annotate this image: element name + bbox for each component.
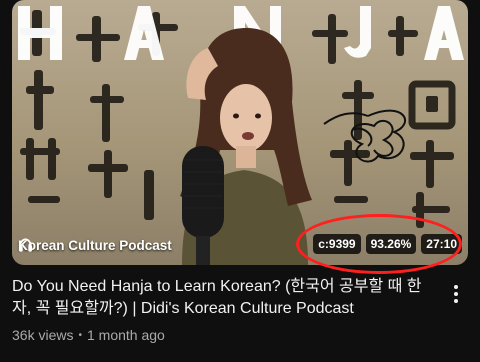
menu-dot (454, 285, 458, 289)
menu-dot (454, 292, 458, 296)
menu-dot (454, 299, 458, 303)
separator-dot: • (78, 329, 82, 341)
upload-age: 1 month ago (86, 327, 165, 343)
host-illustration (180, 28, 312, 265)
channel-overlay-text: Korean Culture Podcast (18, 238, 172, 253)
thumbnail-artwork (18, 6, 464, 265)
video-thumbnail[interactable]: Korean Culture Podcast c:9399 93.26% 27:… (12, 0, 468, 265)
thumbnail-channel-overlay: Korean Culture Podcast (18, 238, 172, 253)
more-vert-icon[interactable] (446, 282, 466, 306)
duration-badge: 27:10 (421, 234, 462, 254)
video-title[interactable]: Do You Need Hanja to Learn Korean? (한국어 … (12, 276, 432, 320)
view-count: 36k views (12, 327, 74, 343)
comment-count-badge: c:9399 (313, 234, 361, 254)
thumbnail-stats: c:9399 93.26% 27:10 (313, 234, 462, 254)
video-metadata: 36k views • 1 month ago (12, 327, 165, 343)
percent-badge: 93.26% (365, 234, 417, 254)
headphones-icon (18, 238, 33, 252)
